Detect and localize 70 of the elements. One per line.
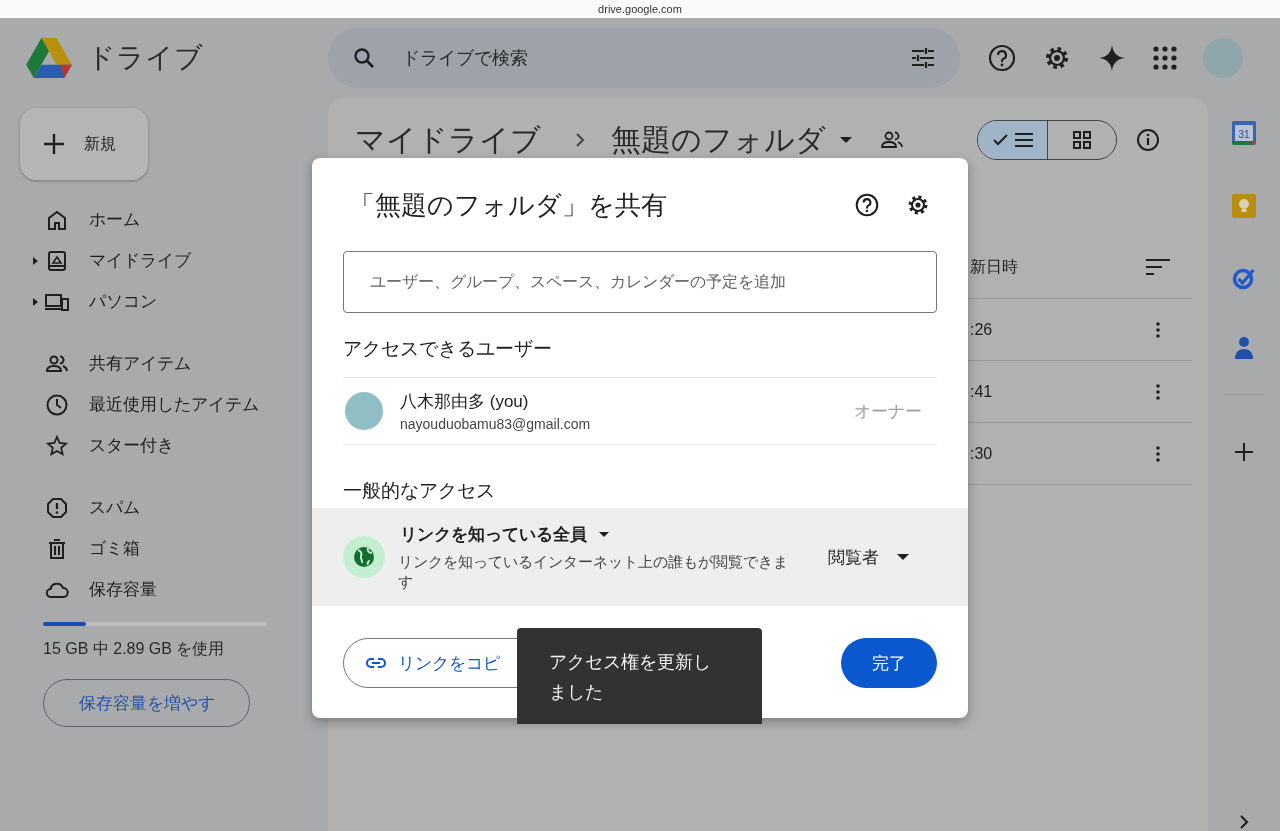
- user-email: nayouduobamu83@gmail.com: [400, 416, 592, 432]
- info-icon[interactable]: [1136, 128, 1160, 152]
- address-url: drive.google.com: [598, 3, 682, 17]
- caret-icon: [599, 531, 609, 537]
- dialog-title: 「無題のフォルダ」を共有: [349, 188, 668, 222]
- owner-role-label: オーナー: [854, 400, 922, 423]
- search-icon: [352, 46, 376, 70]
- done-button[interactable]: 完了: [841, 638, 937, 688]
- sidebar-item[interactable]: スパム: [0, 487, 140, 528]
- warning-icon: [45, 495, 69, 520]
- dropdown-caret-icon[interactable]: [840, 137, 852, 143]
- access-description: リンクを知っているインターネット上の誰もが閲覧できます: [398, 551, 789, 592]
- current-folder-title[interactable]: 無題のフォルダ: [611, 119, 826, 161]
- tasks-check-icon[interactable]: [1232, 266, 1256, 290]
- sidebar-item[interactable]: ホーム: [0, 199, 140, 240]
- help-icon[interactable]: [988, 44, 1016, 72]
- section-heading: 一般的なアクセス: [343, 479, 496, 503]
- caret-icon: [897, 554, 909, 560]
- add-people-field[interactable]: ユーザー、グループ、スペース、カレンダーの予定を追加: [343, 251, 937, 313]
- drive-icon: [45, 248, 69, 273]
- new-button[interactable]: 新規: [20, 108, 148, 180]
- globe-icon: [343, 536, 385, 578]
- star-icon: [45, 433, 69, 458]
- clock-icon: [45, 392, 69, 417]
- help-icon[interactable]: [855, 193, 879, 217]
- sidebar-item[interactable]: 共有アイテム: [0, 343, 191, 384]
- more-options-icon[interactable]: [1156, 383, 1160, 400]
- column-header[interactable]: 新日時: [970, 256, 1124, 278]
- section-heading: アクセスできるユーザー: [343, 337, 553, 361]
- add-icon[interactable]: [1234, 442, 1254, 462]
- search-bar[interactable]: ドライブで検索: [328, 28, 960, 88]
- storage-usage-text: 15 GB 中 2.89 GB を使用: [43, 639, 226, 659]
- apps-grid-icon[interactable]: [1153, 46, 1177, 70]
- settings-icon[interactable]: [1043, 44, 1071, 72]
- user-avatar: [345, 392, 383, 430]
- sidebar-item[interactable]: パソコン: [0, 281, 157, 322]
- sparkle-icon[interactable]: [1098, 44, 1126, 72]
- user-name: 八木那由多 (you): [400, 391, 530, 413]
- chevron-right-icon[interactable]: [1239, 815, 1249, 829]
- grid-icon: [1073, 131, 1091, 149]
- sidebar-item[interactable]: スター付き: [0, 425, 174, 466]
- people-icon[interactable]: [880, 130, 904, 150]
- plus-icon: [42, 132, 66, 156]
- modified-time: :26: [970, 320, 994, 339]
- access-scope-dropdown[interactable]: リンクを知っている全員: [398, 522, 609, 546]
- more-options-icon[interactable]: [1156, 321, 1160, 338]
- chevron-right-icon: [575, 132, 585, 148]
- list-view-toggle[interactable]: [978, 121, 1047, 159]
- sort-icon[interactable]: [1146, 259, 1170, 275]
- search-field[interactable]: ドライブで検索: [400, 46, 886, 70]
- role-dropdown[interactable]: 閲覧者: [822, 544, 915, 570]
- sidebar-item[interactable]: 保存容量: [0, 569, 157, 610]
- settings-icon[interactable]: [906, 193, 930, 217]
- breadcrumb-link[interactable]: マイドライブ: [355, 119, 541, 161]
- sidebar-item[interactable]: ゴミ箱: [0, 528, 140, 569]
- more-options-icon[interactable]: [1156, 445, 1160, 462]
- expand-caret-icon[interactable]: [33, 297, 38, 306]
- drive-logo-icon: [26, 38, 72, 78]
- list-icon: [1014, 133, 1033, 147]
- person-icon[interactable]: [1234, 336, 1254, 360]
- checkmark-icon: [992, 134, 1009, 146]
- modified-time: :30: [970, 444, 994, 463]
- calendar-icon[interactable]: 31: [1231, 120, 1257, 146]
- filter-icon[interactable]: [910, 46, 936, 70]
- link-icon: [366, 658, 386, 668]
- expand-caret-icon[interactable]: [33, 256, 38, 265]
- app-name: ドライブ: [87, 41, 203, 75]
- sidebar-item[interactable]: マイドライブ: [0, 240, 191, 281]
- modified-time: :41: [970, 382, 994, 401]
- sidebar-item[interactable]: 最近使用したアイテム: [0, 384, 259, 425]
